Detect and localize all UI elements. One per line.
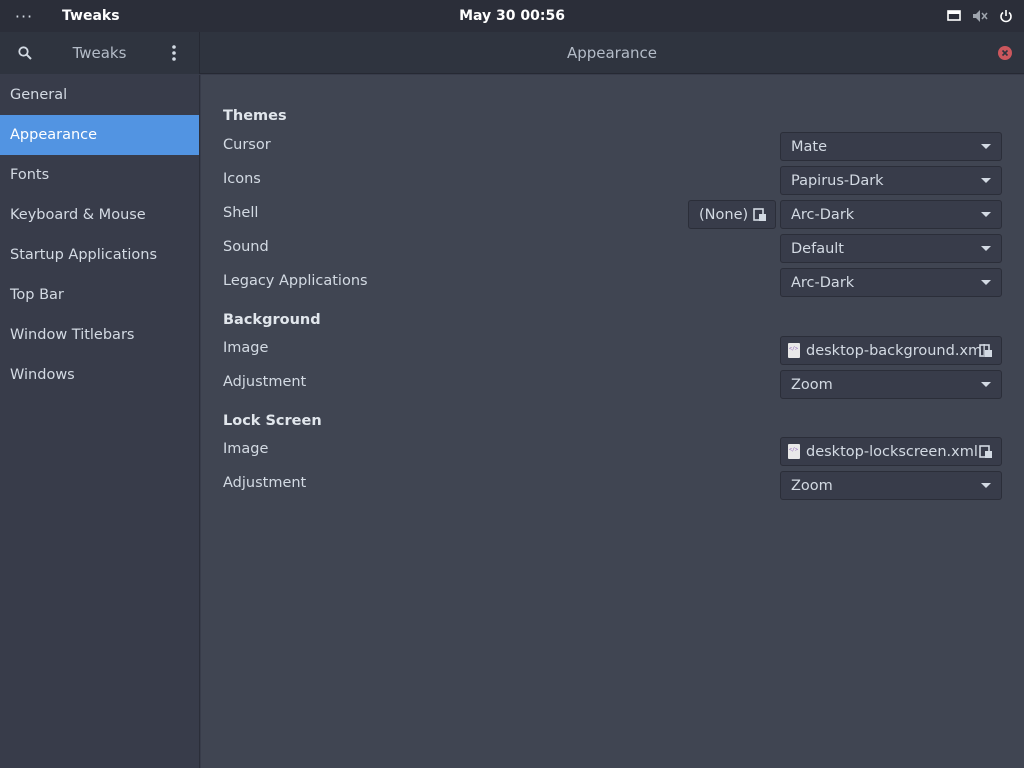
sidebar-header: Tweaks — [0, 32, 200, 74]
header-bar: Tweaks Appearance — [0, 32, 1024, 74]
close-icon — [1001, 49, 1009, 57]
sound-label: Sound — [223, 239, 269, 255]
sidebar-item-window-titlebars[interactable]: Window Titlebars — [0, 315, 199, 355]
background-image-label: Image — [223, 340, 269, 356]
legacy-theme-dropdown[interactable]: Arc-Dark — [780, 268, 1002, 297]
chevron-down-icon — [981, 382, 991, 387]
document-clear-icon — [979, 344, 992, 357]
page-title: Appearance — [566, 44, 658, 62]
legacy-theme-value: Arc-Dark — [791, 274, 855, 291]
icons-theme-value: Papirus-Dark — [791, 172, 884, 189]
content-header: Appearance — [200, 32, 1024, 74]
background-image-value: desktop-background.xml — [806, 342, 987, 359]
sidebar-item-startup-applications[interactable]: Startup Applications — [0, 235, 199, 275]
sidebar-item-general[interactable]: General — [0, 75, 199, 115]
sidebar: General Appearance Fonts Keyboard & Mous… — [0, 75, 200, 768]
menu-button[interactable] — [149, 32, 199, 74]
kebab-menu-icon — [172, 45, 176, 61]
shell-label: Shell — [223, 205, 259, 221]
background-adjustment-value: Zoom — [791, 376, 833, 393]
chevron-down-icon — [981, 212, 991, 217]
activities-button[interactable]: ··· — [0, 7, 48, 26]
sidebar-item-windows[interactable]: Windows — [0, 355, 199, 395]
chevron-down-icon — [981, 483, 991, 488]
lockscreen-image-chooser[interactable]: desktop-lockscreen.xml — [780, 437, 1002, 466]
xml-file-icon — [788, 444, 800, 459]
chevron-down-icon — [981, 280, 991, 285]
cursor-theme-value: Mate — [791, 138, 828, 155]
icons-label: Icons — [223, 171, 261, 187]
legacy-applications-label: Legacy Applications — [223, 273, 368, 289]
icons-theme-dropdown[interactable]: Papirus-Dark — [780, 166, 1002, 195]
chevron-down-icon — [981, 246, 991, 251]
lockscreen-heading: Lock Screen — [223, 413, 322, 429]
lockscreen-adjustment-label: Adjustment — [223, 475, 307, 491]
sidebar-item-appearance[interactable]: Appearance — [0, 115, 199, 155]
background-heading: Background — [223, 312, 321, 328]
xml-file-icon — [788, 343, 800, 358]
appearance-panel: Themes Cursor Mate Icons Papirus-Dark Sh… — [201, 75, 1024, 768]
power-icon[interactable] — [998, 8, 1014, 24]
lockscreen-image-label: Image — [223, 441, 269, 457]
themes-heading: Themes — [223, 108, 287, 124]
search-icon — [18, 46, 32, 60]
document-clear-icon — [979, 445, 992, 458]
lockscreen-image-value: desktop-lockscreen.xml — [806, 443, 978, 460]
sound-theme-dropdown[interactable]: Default — [780, 234, 1002, 263]
search-button[interactable] — [0, 32, 50, 74]
sound-theme-value: Default — [791, 240, 844, 257]
chevron-down-icon — [981, 178, 991, 183]
volume-muted-icon[interactable] — [972, 8, 988, 24]
top-panel: ··· Tweaks May 30 00:56 — [0, 0, 1024, 32]
clock[interactable]: May 30 00:56 — [0, 8, 1024, 24]
sidebar-item-top-bar[interactable]: Top Bar — [0, 275, 199, 315]
cursor-label: Cursor — [223, 137, 271, 153]
sidebar-title: Tweaks — [72, 44, 127, 62]
sidebar-item-fonts[interactable]: Fonts — [0, 155, 199, 195]
lockscreen-adjustment-value: Zoom — [791, 477, 833, 494]
shell-theme-dropdown[interactable]: Arc-Dark — [780, 200, 1002, 229]
shell-file-value: (None) — [699, 206, 749, 223]
close-button[interactable] — [998, 46, 1012, 60]
background-adjustment-dropdown[interactable]: Zoom — [780, 370, 1002, 399]
background-image-chooser[interactable]: desktop-background.xml — [780, 336, 1002, 365]
shell-file-chooser[interactable]: (None) — [688, 200, 776, 229]
shell-theme-value: Arc-Dark — [791, 206, 855, 223]
sidebar-item-keyboard-mouse[interactable]: Keyboard & Mouse — [0, 195, 199, 235]
screen-icon[interactable] — [946, 8, 962, 24]
app-menu[interactable]: Tweaks — [62, 8, 120, 24]
chevron-down-icon — [981, 144, 991, 149]
background-adjustment-label: Adjustment — [223, 374, 307, 390]
lockscreen-adjustment-dropdown[interactable]: Zoom — [780, 471, 1002, 500]
cursor-theme-dropdown[interactable]: Mate — [780, 132, 1002, 161]
document-clear-icon — [753, 208, 766, 221]
system-tray[interactable] — [946, 0, 1014, 32]
